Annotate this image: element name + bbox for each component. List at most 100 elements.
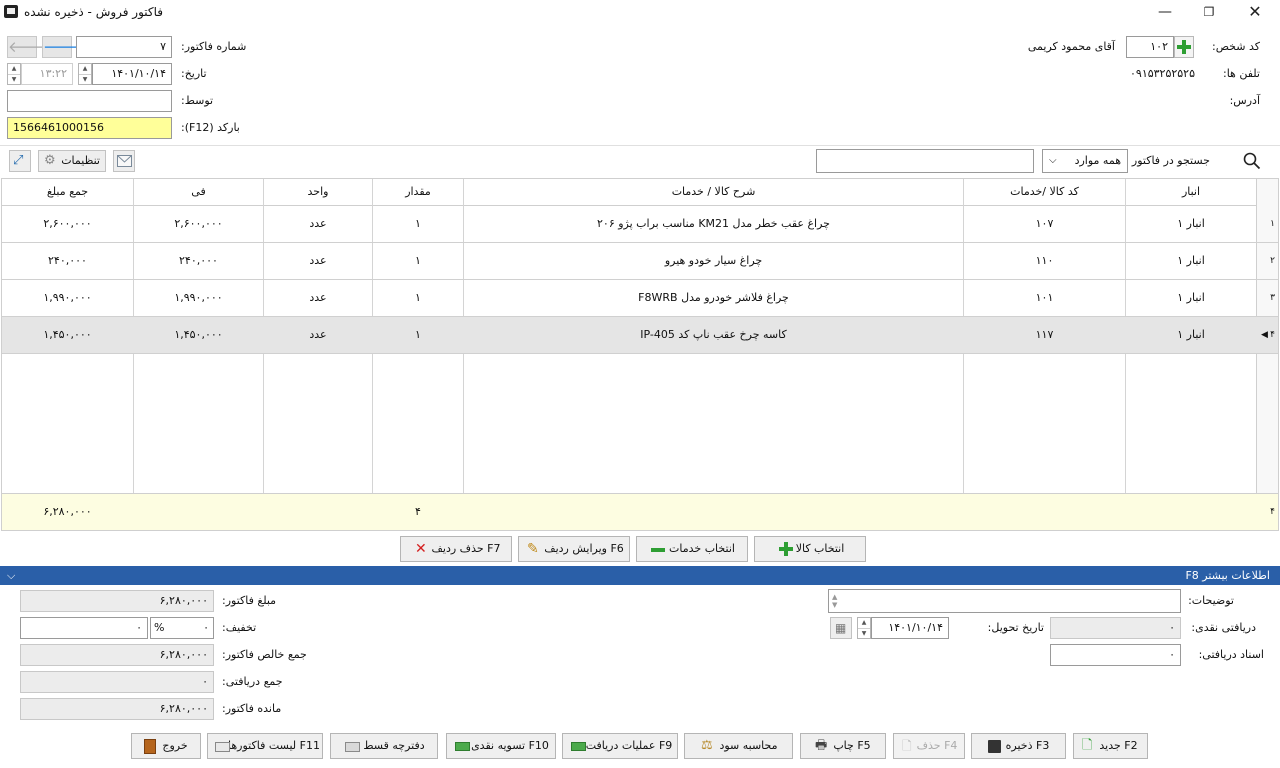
minimize-icon[interactable]: —	[1150, 2, 1180, 22]
barcode-input[interactable]: 1566461000156	[7, 117, 172, 139]
discount-percent-value: ۰	[203, 621, 209, 634]
delete-row-label: F7 حذف ردیف	[431, 542, 501, 555]
add-person-button[interactable]	[1174, 36, 1194, 58]
floppy-disk-icon	[988, 740, 1001, 753]
installments-button[interactable]: دفترچه قسط	[330, 733, 438, 759]
cell-unit: عدد	[309, 328, 327, 341]
exit-button[interactable]: خروج	[131, 733, 201, 759]
delivery-date-spinner[interactable]: ▲ ▼	[857, 617, 871, 639]
spin-down-icon[interactable]: ▼	[79, 74, 91, 84]
scroll-arrows-icon[interactable]: ▲ ▼	[832, 593, 837, 609]
select-services-label: انتخاب خدمات	[669, 542, 735, 555]
profit-button[interactable]: ⚖ محاسبه سود	[684, 733, 793, 759]
person-code-label: کد شخص:	[1211, 40, 1260, 53]
cell-description: چراغ عقب خطر مدل KM21 مناسب براب پژو ۲۰۶	[597, 217, 830, 230]
cell-code: ۱۰۷	[1035, 217, 1054, 230]
chevron-down-icon[interactable]: ⌵	[7, 566, 15, 585]
col-header-unit[interactable]: واحد	[264, 179, 372, 206]
invoice-amount-label: مبلغ فاکتور:	[222, 594, 277, 607]
cell-warehouse: انبار ۱	[1177, 291, 1205, 304]
date-label: تاریخ:	[181, 67, 207, 80]
total-received-label: جمع دریافتی:	[222, 675, 283, 688]
person-code-input[interactable]: ۱۰۲	[1126, 36, 1174, 58]
docs-received-value[interactable]: ۰	[1050, 644, 1181, 666]
table-row[interactable]: ۱ انبار ۱ ۱۰۷ چراغ عقب خطر مدل KM21 مناس…	[2, 206, 1278, 243]
window-title: فاکتور فروش - ذخیره نشده	[24, 5, 164, 19]
calendar-icon: ▦	[835, 621, 847, 635]
cash-icon	[455, 742, 470, 751]
print-button[interactable]: 🖶 F5 چاپ	[800, 733, 886, 759]
receipt-operations-label: F9 عملیات دریافت	[585, 739, 673, 752]
more-info-title: F8 اطلاعات بیشتر	[1185, 569, 1270, 582]
scales-icon: ⚖	[701, 738, 713, 753]
invoice-header-form: کد شخص: ۱۰۲ آقای محمود کریمی تلفن ها: ۰۹…	[0, 24, 1280, 146]
spin-up-icon[interactable]: ▲	[858, 618, 870, 628]
cell-unit: عدد	[309, 254, 327, 267]
col-header-description[interactable]: شرح کالا / خدمات	[464, 179, 963, 206]
row-number: ۳	[1270, 293, 1275, 303]
date-spinner[interactable]: ▲ ▼	[78, 63, 92, 85]
calendar-button[interactable]: ▦	[830, 617, 852, 639]
col-header-code[interactable]: کد کالا /خدمات	[964, 179, 1125, 206]
search-icon[interactable]	[1243, 152, 1261, 170]
select-services-button[interactable]: انتخاب خدمات	[636, 536, 748, 562]
list-icon	[215, 742, 230, 752]
select-goods-button[interactable]: انتخاب کالا	[754, 536, 866, 562]
notes-input[interactable]	[828, 589, 1181, 613]
save-label: F3 ذخیره	[1005, 739, 1050, 752]
col-header-warehouse[interactable]: انبار	[1126, 179, 1256, 206]
invoice-number-input[interactable]: ۷	[76, 36, 172, 58]
new-button[interactable]: 🗋 F2 جدید	[1073, 733, 1148, 759]
printer-icon: 🖶	[815, 738, 828, 753]
receipt-operations-button[interactable]: F9 عملیات دریافت	[562, 733, 678, 759]
by-input[interactable]	[7, 90, 172, 112]
table-row-selected[interactable]: ۴ ◀ انبار ۱ ۱۱۷ کاسه چرخ عقب ناپ کد IP-4…	[2, 317, 1278, 354]
table-row[interactable]: ۳ انبار ۱ ۱۰۱ چراغ فلاشر خودرو مدل F8WRB…	[2, 280, 1278, 317]
spin-up-icon[interactable]: ▲	[79, 64, 91, 74]
time-input[interactable]: ۱۳:۲۲	[21, 63, 73, 85]
cash-settle-label: F10 تسویه نقدی	[471, 739, 549, 752]
percent-sign: %	[154, 621, 165, 634]
docs-received-label: اسناد دریافتی:	[1198, 648, 1264, 661]
restore-icon[interactable]: ❐	[1194, 2, 1224, 22]
spin-down-icon[interactable]: ▼	[858, 628, 870, 638]
print-label: F5 چاپ	[833, 739, 871, 752]
col-header-total[interactable]: جمع مبلغ	[2, 179, 133, 206]
delete-button[interactable]: 🗋 F4 حذف	[893, 733, 965, 759]
delete-document-icon: 🗋	[902, 739, 912, 753]
discount-percent-input[interactable]: % ۰	[150, 617, 214, 639]
cell-description: چراغ سیار خودو هیرو	[664, 254, 763, 267]
net-total-label: جمع خالص فاکتور:	[222, 648, 307, 661]
email-button[interactable]	[113, 150, 135, 172]
search-input[interactable]	[816, 149, 1034, 173]
row-number: ۱	[1270, 219, 1275, 229]
cash-settle-button[interactable]: F10 تسویه نقدی	[446, 733, 556, 759]
previous-arrow-icon[interactable]: 🡐	[7, 36, 48, 58]
cell-description: چراغ فلاشر خودرو مدل F8WRB	[638, 291, 789, 304]
expand-button[interactable]: ⤢	[9, 150, 31, 172]
col-header-price[interactable]: فی	[134, 179, 263, 206]
col-header-quantity[interactable]: مقدار	[373, 179, 463, 206]
date-input[interactable]: ۱۴۰۱/۱۰/۱۴	[92, 63, 172, 85]
delete-row-button[interactable]: ✕ F7 حذف ردیف	[400, 536, 512, 562]
row-number: ۲	[1270, 256, 1275, 266]
search-scope-select[interactable]: همه موارد ⌵	[1042, 149, 1128, 173]
delivery-date-input[interactable]: ۱۴۰۱/۱۰/۱۴	[871, 617, 949, 639]
time-spinner[interactable]: ▲ ▼	[7, 63, 21, 85]
spin-down-icon[interactable]: ▼	[8, 74, 20, 84]
select-goods-label: انتخاب کالا	[795, 542, 845, 555]
spin-up-icon[interactable]: ▲	[8, 64, 20, 74]
edit-row-button[interactable]: ✎ F6 ویرایش ردیف	[518, 536, 630, 562]
invoice-amount-value: ۶,۲۸۰,۰۰۰	[20, 590, 214, 612]
total-received-value: ۰	[20, 671, 214, 693]
discount-amount-input[interactable]: ۰	[20, 617, 148, 639]
close-icon[interactable]: ✕	[1240, 2, 1270, 22]
settings-button[interactable]: تنظیمات ⚙	[38, 150, 106, 172]
more-info-bar[interactable]: F8 اطلاعات بیشتر ⌵	[0, 566, 1280, 585]
invoice-list-button[interactable]: F11 لیست فاکتورها	[207, 733, 323, 759]
notes-label: توضیحات:	[1188, 594, 1234, 607]
table-row[interactable]: ۲ انبار ۱ ۱۱۰ چراغ سیار خودو هیرو ۱ عدد …	[2, 243, 1278, 280]
next-arrow-icon[interactable]: 🡒	[42, 36, 83, 58]
save-button[interactable]: F3 ذخیره	[971, 733, 1066, 759]
pencil-icon: ✎	[527, 541, 539, 557]
